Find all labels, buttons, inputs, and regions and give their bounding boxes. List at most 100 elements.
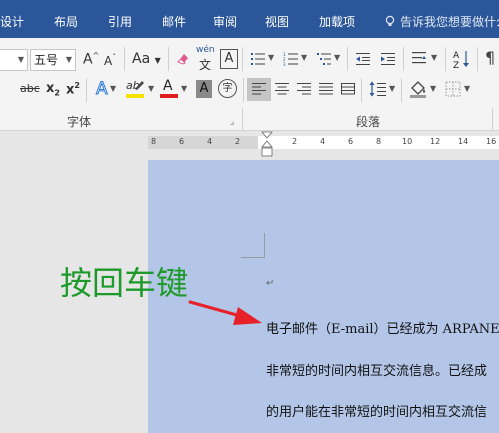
annotation-text: 按回车键 [60, 264, 189, 302]
show-marks-button[interactable]: ¶ [485, 48, 495, 67]
svg-text:Z: Z [453, 61, 459, 69]
phonetic-guide-button[interactable]: 文 [199, 56, 211, 73]
divider [347, 47, 348, 71]
ruler-number: 8 [151, 137, 157, 146]
divider [401, 78, 402, 102]
align-left-icon[interactable] [251, 82, 267, 96]
decrease-indent-icon[interactable] [355, 52, 371, 66]
align-center-icon[interactable] [274, 82, 290, 96]
chevron-down-icon[interactable]: ▼ [464, 84, 470, 93]
chevron-down-icon: ▼ [65, 55, 72, 64]
document-text-line[interactable]: 的用户能在非常短的时间内相互交流信 [266, 401, 487, 420]
increase-indent-icon[interactable] [380, 52, 396, 66]
chevron-down-icon[interactable]: ▼ [110, 84, 116, 93]
highlight-button[interactable]: ab [126, 79, 146, 99]
paint-bucket-icon[interactable] [409, 79, 427, 99]
tab-review[interactable]: 审阅 [213, 0, 237, 38]
ruler-number: 6 [348, 137, 354, 146]
char-shading-button[interactable]: A [196, 80, 212, 98]
divider [361, 78, 362, 102]
superscript-button[interactable]: x2 [66, 81, 80, 97]
change-case-label: Aa [132, 51, 151, 67]
font-color-bar [160, 94, 178, 98]
ruler-number: 12 [430, 137, 441, 146]
font-group-label: 字体 [67, 115, 92, 129]
align-right-icon[interactable] [296, 82, 312, 96]
bullets-icon[interactable] [250, 52, 266, 66]
chevron-down-icon[interactable]: ▼ [431, 53, 437, 62]
chevron-down-icon[interactable]: ▼ [181, 84, 187, 93]
sort-icon[interactable]: AZ [453, 49, 471, 69]
divider [492, 108, 493, 130]
char-border-button[interactable]: A [220, 49, 238, 69]
borders-icon[interactable] [445, 81, 461, 97]
paragraph-group-label: 段落 [356, 115, 381, 129]
justify-icon[interactable] [318, 82, 334, 96]
text-effects-button[interactable]: A [96, 79, 109, 100]
enclosed-char-button[interactable]: 字 [218, 79, 237, 98]
divider [168, 47, 169, 71]
ruler-number: 16 [486, 137, 497, 146]
chevron-down-icon[interactable]: ▼ [148, 84, 154, 93]
chevron-down-icon[interactable]: ▼ [268, 53, 274, 62]
paragraph-mark: ↵ [266, 278, 275, 289]
font-size-value: 五号 [34, 53, 59, 67]
shrink-font-button[interactable]: Aˇ [104, 53, 116, 68]
numbering-icon[interactable]: 1 2 3 [283, 52, 299, 66]
grow-font-letter: A [83, 51, 93, 68]
annotation-arrow-icon [188, 300, 262, 325]
chevron-down-icon[interactable]: ▼ [334, 53, 340, 62]
ruler-number: 6 [179, 137, 185, 146]
ruler-number: 14 [458, 137, 469, 146]
font-dialog-launcher-icon[interactable]: ⌟ [230, 117, 234, 127]
ruler-margin-left [148, 136, 258, 149]
indent-marker-icon[interactable] [261, 131, 273, 158]
margin-corner-mark [264, 233, 265, 258]
tab-mailings[interactable]: 邮件 [162, 0, 186, 38]
document-page[interactable] [148, 160, 499, 433]
ruler-number: 2 [235, 137, 241, 146]
change-case-button[interactable]: Aa ▼ [132, 51, 161, 67]
subscript-button[interactable]: x2 [46, 81, 60, 98]
chevron-down-icon[interactable]: ▼ [389, 84, 395, 93]
strikethrough-button[interactable]: abc [20, 82, 40, 95]
clear-formatting-icon[interactable] [175, 51, 191, 67]
tell-me-box[interactable]: 告诉我您想要做什么 [384, 0, 499, 38]
ruler-number: 10 [402, 137, 413, 146]
divider [445, 47, 446, 71]
divider [124, 47, 125, 71]
divider [242, 47, 243, 71]
divider [477, 47, 478, 71]
ruler-number: 8 [376, 137, 382, 146]
tab-references[interactable]: 引用 [108, 0, 132, 38]
line-spacing-icon[interactable] [369, 80, 387, 98]
tab-addins[interactable]: 加载项 [319, 0, 355, 38]
phonetic-guide-top[interactable]: wén [196, 45, 215, 55]
chevron-down-icon[interactable]: ▼ [430, 84, 436, 93]
shrink-font-letter: A [104, 54, 113, 68]
divider [403, 47, 404, 71]
svg-text:A: A [453, 51, 460, 61]
lightbulb-icon [385, 15, 395, 26]
ruler-number: 4 [320, 137, 326, 146]
font-color-button[interactable]: A [160, 78, 178, 99]
chevron-down-icon[interactable]: ▼ [301, 53, 307, 62]
tab-view[interactable]: 视图 [265, 0, 289, 38]
font-name-combo[interactable]: ▼ [0, 49, 28, 71]
tab-design[interactable]: 设计 [0, 0, 24, 38]
tab-layout[interactable]: 布局 [54, 0, 78, 38]
chevron-down-icon: ▼ [17, 55, 24, 64]
highlighter-pen-icon [135, 81, 144, 90]
divider [242, 108, 243, 130]
subscript-digit: 2 [54, 88, 60, 98]
grow-font-button[interactable]: A^ [83, 51, 99, 68]
margin-corner-mark [241, 257, 265, 258]
font-size-combo[interactable]: 五号 ▼ [30, 49, 76, 71]
ruler-number: 4 [207, 137, 213, 146]
ruler-number: 2 [292, 137, 298, 146]
distributed-icon[interactable] [340, 82, 356, 96]
multilevel-list-icon[interactable] [316, 52, 332, 66]
document-text-line[interactable]: 电子邮件（E-mail）已经成为 ARPANET [266, 318, 499, 337]
document-text-line[interactable]: 非常短的时间内相互交流信息。已经成 [266, 360, 487, 379]
chinese-layout-icon[interactable] [411, 50, 427, 68]
